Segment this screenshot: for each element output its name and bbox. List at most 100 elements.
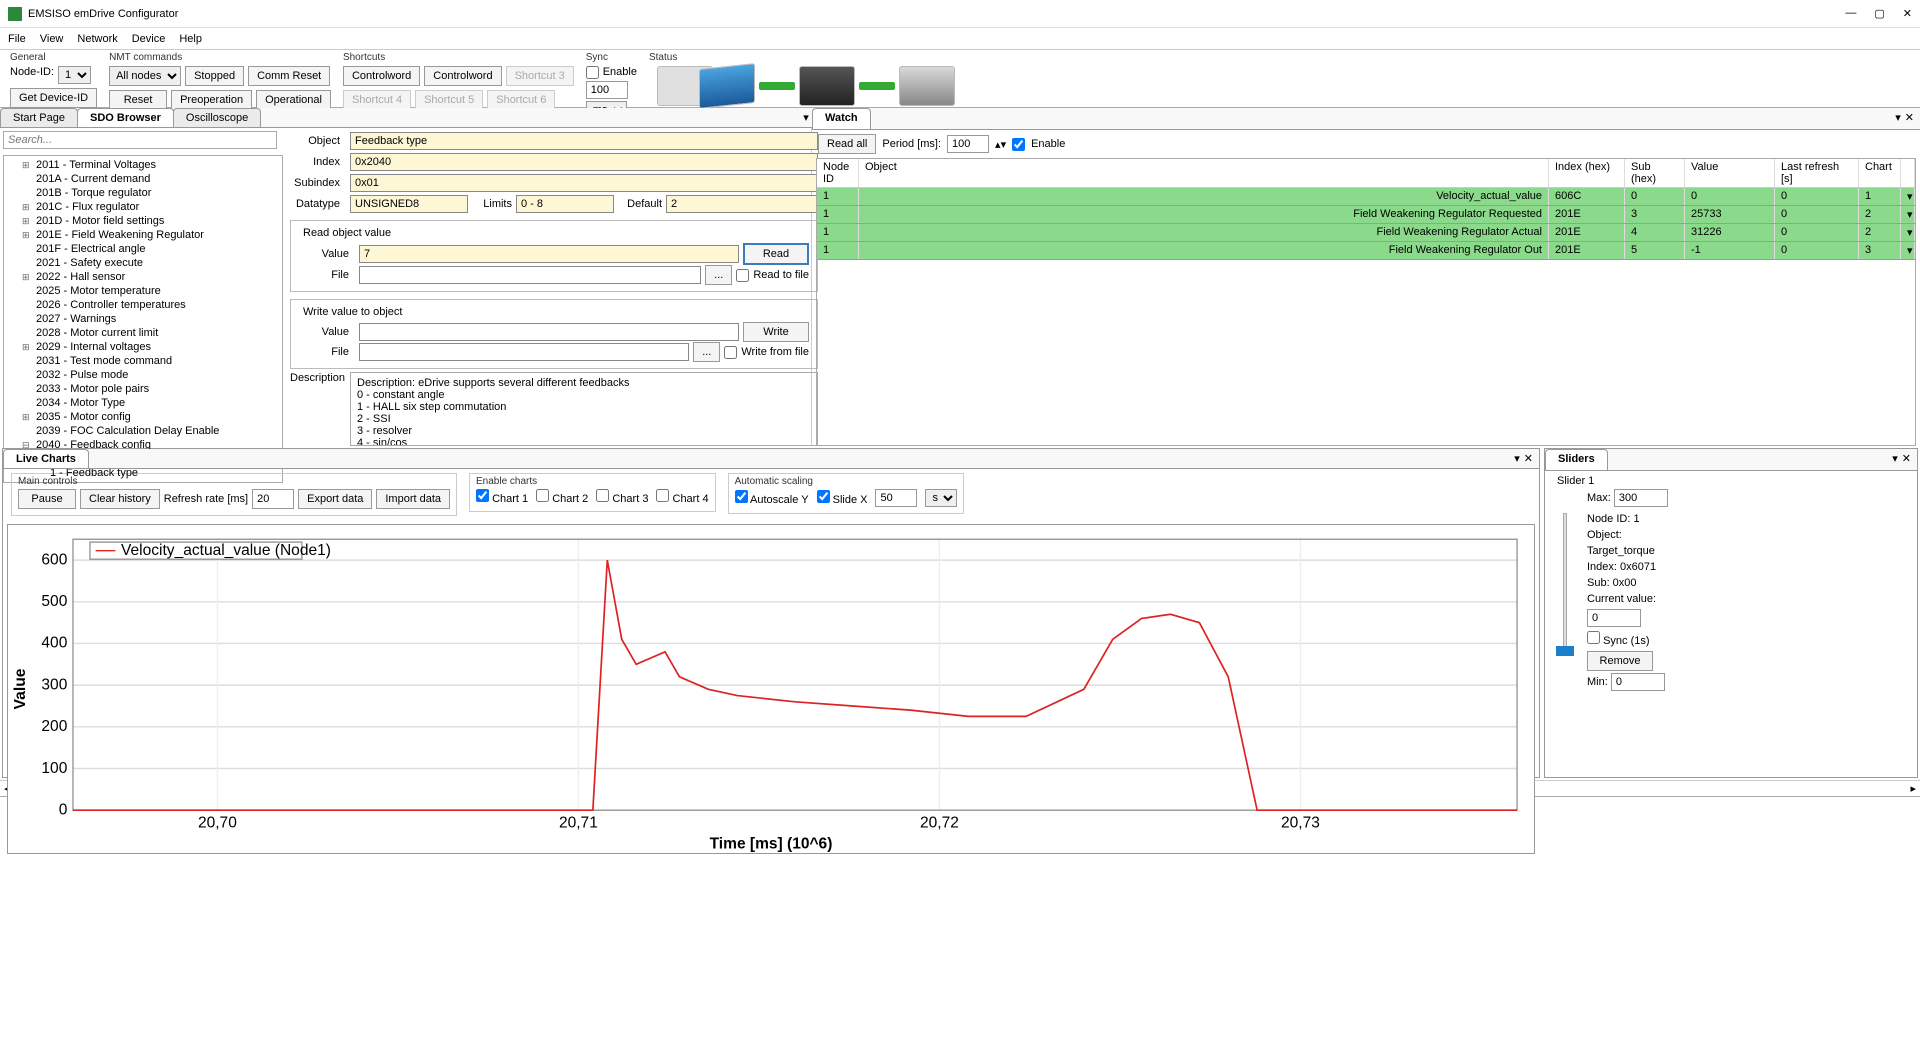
- write-button[interactable]: Write: [743, 322, 809, 342]
- menu-network[interactable]: Network: [77, 33, 117, 45]
- nodeid-select[interactable]: 1: [58, 66, 91, 84]
- tree-search-input[interactable]: [3, 131, 277, 149]
- maximize-icon[interactable]: ▢: [1874, 7, 1884, 20]
- menu-help[interactable]: Help: [179, 33, 202, 45]
- watch-enable-checkbox[interactable]: [1012, 138, 1025, 151]
- minimize-icon[interactable]: —: [1845, 7, 1856, 20]
- browse-write-button[interactable]: ...: [693, 342, 720, 362]
- tab-sliders[interactable]: Sliders: [1545, 449, 1608, 470]
- tree-item[interactable]: ⊞2022 - Hall sensor: [4, 270, 282, 284]
- export-data-button[interactable]: Export data: [298, 489, 372, 509]
- watch-row[interactable]: 1Velocity_actual_value606C0001▾: [817, 188, 1915, 206]
- pause-button[interactable]: Pause: [18, 489, 76, 509]
- tab-live-charts[interactable]: Live Charts: [3, 449, 89, 468]
- chart1-checkbox[interactable]: [476, 489, 489, 502]
- read-value-field[interactable]: [359, 245, 739, 263]
- default-field[interactable]: [666, 195, 818, 213]
- tree-item[interactable]: 2032 - Pulse mode: [4, 368, 282, 382]
- tab-oscilloscope[interactable]: Oscilloscope: [173, 108, 261, 127]
- index-field[interactable]: [350, 153, 818, 171]
- menu-view[interactable]: View: [40, 33, 64, 45]
- tree-item[interactable]: 2033 - Motor pole pairs: [4, 382, 282, 396]
- tree-item[interactable]: 201B - Torque regulator: [4, 186, 282, 200]
- shortcut3-button[interactable]: Shortcut 3: [506, 66, 574, 86]
- clear-history-button[interactable]: Clear history: [80, 489, 160, 509]
- refresh-rate-input[interactable]: [252, 489, 294, 509]
- slider-min-input[interactable]: [1611, 673, 1665, 691]
- watch-row[interactable]: 1Field Weakening Regulator Actual201E431…: [817, 224, 1915, 242]
- reset-button[interactable]: Reset: [109, 90, 167, 110]
- slider-current-input[interactable]: [1587, 609, 1641, 627]
- read-button[interactable]: Read: [743, 243, 809, 265]
- tree-item[interactable]: 2031 - Test mode command: [4, 354, 282, 368]
- tab-start-page[interactable]: Start Page: [0, 108, 78, 127]
- tab-watch[interactable]: Watch: [812, 108, 871, 129]
- dropdown-icon[interactable]: ▾: [803, 111, 809, 124]
- shortcut6-button[interactable]: Shortcut 6: [487, 90, 555, 110]
- watch-row[interactable]: 1Field Weakening Regulator Requested201E…: [817, 206, 1915, 224]
- get-device-id-button[interactable]: Get Device-ID: [10, 88, 97, 108]
- import-data-button[interactable]: Import data: [376, 489, 450, 509]
- chart3-checkbox[interactable]: [596, 489, 609, 502]
- autoscale-y-checkbox[interactable]: [735, 490, 748, 503]
- slider-max-input[interactable]: [1614, 489, 1668, 507]
- dropdown-icon[interactable]: ▾: [1514, 452, 1520, 465]
- shortcut5-button[interactable]: Shortcut 5: [415, 90, 483, 110]
- slide-x-unit-select[interactable]: s: [925, 489, 957, 507]
- write-file-field[interactable]: [359, 343, 689, 361]
- tree-item[interactable]: ⊞201C - Flux regulator: [4, 200, 282, 214]
- comm-reset-button[interactable]: Comm Reset: [248, 66, 330, 86]
- read-all-button[interactable]: Read all: [818, 134, 876, 154]
- spinner-icon[interactable]: ▴▾: [995, 138, 1006, 151]
- tree-item[interactable]: 2034 - Motor Type: [4, 396, 282, 410]
- slider-track[interactable]: [1563, 513, 1567, 653]
- chart-area[interactable]: 010020030040050060020,7020,7120,7220,732…: [7, 524, 1535, 854]
- preoperation-button[interactable]: Preoperation: [171, 90, 252, 110]
- slide-x-input[interactable]: [875, 489, 917, 507]
- chart4-checkbox[interactable]: [656, 489, 669, 502]
- sync-enable-checkbox[interactable]: [586, 66, 599, 79]
- write-from-file-checkbox[interactable]: [724, 346, 737, 359]
- tree-item[interactable]: 2021 - Safety execute: [4, 256, 282, 270]
- dropdown-icon[interactable]: ▾: [1892, 452, 1898, 467]
- watch-period-input[interactable]: [947, 135, 989, 153]
- slider-sync-checkbox[interactable]: [1587, 631, 1600, 644]
- controlword-button-2[interactable]: Controlword: [424, 66, 501, 86]
- pane-close-icon[interactable]: ✕: [1905, 111, 1914, 126]
- read-to-file-checkbox[interactable]: [736, 269, 749, 282]
- menu-device[interactable]: Device: [132, 33, 166, 45]
- tree-item[interactable]: 201F - Electrical angle: [4, 242, 282, 256]
- tree-item[interactable]: 2025 - Motor temperature: [4, 284, 282, 298]
- chart2-checkbox[interactable]: [536, 489, 549, 502]
- tree-item[interactable]: 2027 - Warnings: [4, 312, 282, 326]
- read-file-field[interactable]: [359, 266, 701, 284]
- dropdown-icon[interactable]: ▾: [1895, 111, 1901, 126]
- nmt-target-select[interactable]: All nodes: [109, 66, 181, 86]
- object-tree[interactable]: ⊞2011 - Terminal Voltages201A - Current …: [3, 155, 283, 483]
- tab-sdo-browser[interactable]: SDO Browser: [77, 108, 174, 127]
- watch-row[interactable]: 1Field Weakening Regulator Out201E5-103▾: [817, 242, 1915, 260]
- tree-item[interactable]: 2028 - Motor current limit: [4, 326, 282, 340]
- controlword-button-1[interactable]: Controlword: [343, 66, 420, 86]
- tree-item[interactable]: 2039 - FOC Calculation Delay Enable: [4, 424, 282, 438]
- tree-item[interactable]: ⊞2029 - Internal voltages: [4, 340, 282, 354]
- shortcut4-button[interactable]: Shortcut 4: [343, 90, 411, 110]
- tree-item[interactable]: ⊞201E - Field Weakening Regulator: [4, 228, 282, 242]
- menu-file[interactable]: File: [8, 33, 26, 45]
- limits-field[interactable]: [516, 195, 614, 213]
- pane-close-icon[interactable]: ✕: [1524, 452, 1533, 465]
- write-value-field[interactable]: [359, 323, 739, 341]
- slide-x-checkbox[interactable]: [817, 490, 830, 503]
- tree-item[interactable]: 2026 - Controller temperatures: [4, 298, 282, 312]
- tree-item[interactable]: ⊞2011 - Terminal Voltages: [4, 158, 282, 172]
- sync-period-input[interactable]: [586, 81, 628, 99]
- subindex-field[interactable]: [350, 174, 818, 192]
- slider-thumb-icon[interactable]: [1556, 646, 1574, 656]
- tree-item[interactable]: ⊞201D - Motor field settings: [4, 214, 282, 228]
- browse-read-button[interactable]: ...: [705, 265, 732, 285]
- operational-button[interactable]: Operational: [256, 90, 331, 110]
- pane-close-icon[interactable]: ✕: [1902, 452, 1911, 467]
- slider-remove-button[interactable]: Remove: [1587, 651, 1653, 671]
- stopped-button[interactable]: Stopped: [185, 66, 244, 86]
- close-icon[interactable]: ✕: [1903, 7, 1912, 20]
